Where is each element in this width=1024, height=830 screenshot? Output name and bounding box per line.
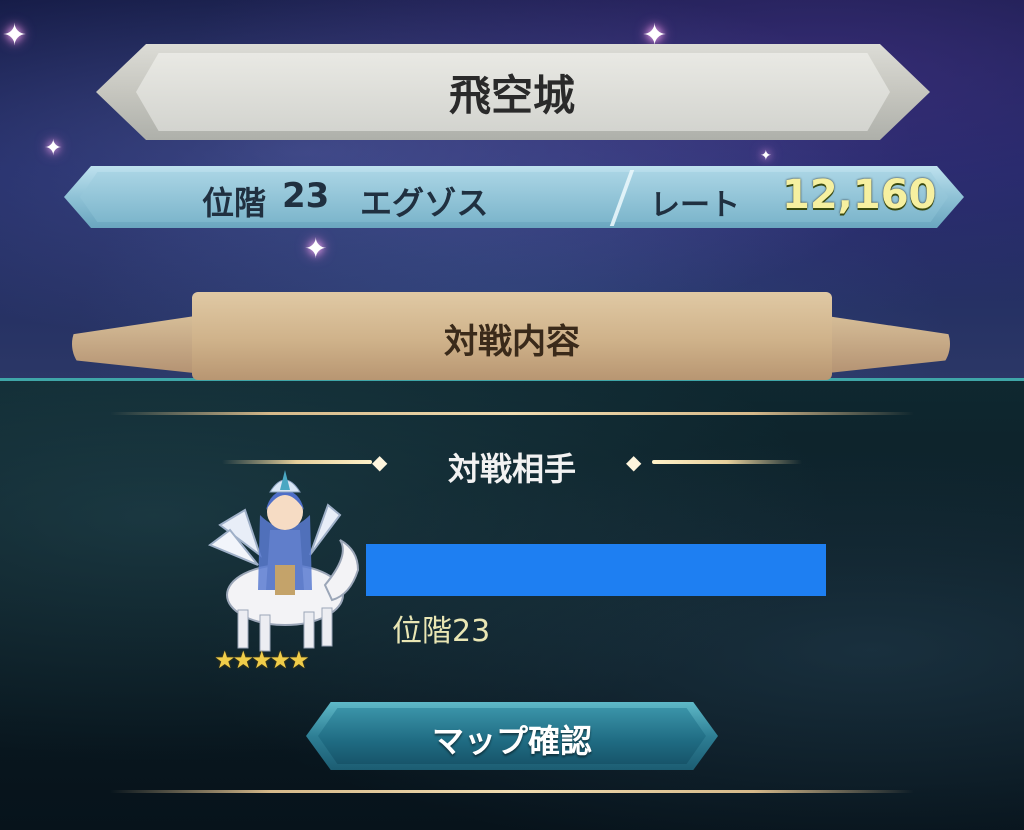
map-check-button[interactable] [306,702,718,770]
pegasus-knight-icon [200,470,360,660]
rank-label: 位階 [202,184,267,222]
league-name: エグゾス [360,184,489,222]
rate-label: レート [650,188,740,223]
sparkle-icon: ✦ [760,148,772,164]
opponent-heading: 対戦相手 [447,450,576,488]
sparkle-icon: ✦ [304,232,328,265]
sparkle-icon: ✦ [44,136,63,161]
divider-line [110,412,914,415]
opponent-rank: 位階23 [392,614,491,649]
rate-value: 12,160 [782,172,937,218]
rarity-stars: ★★★★★ [214,646,310,674]
rank-value: 23 [282,176,330,216]
sparkle-icon: ✦ [2,18,28,53]
page-title: 飛空城 [448,71,575,120]
divider-line [110,790,914,793]
opponent-name-redacted [366,544,826,596]
section-title: 対戦内容 [444,322,580,362]
